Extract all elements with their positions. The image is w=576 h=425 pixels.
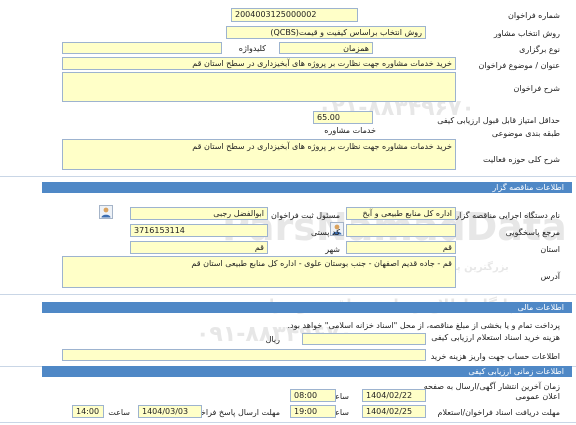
publish-label: زمان آخرین انتشار آگهی/ارسال به صفحه اعل… xyxy=(423,382,560,401)
org-name-field[interactable]: اداره کل منابع طبیعی و آبخ xyxy=(346,207,456,220)
address-label: آدرس xyxy=(540,272,560,281)
province-field[interactable]: قم xyxy=(346,241,456,254)
title-field[interactable]: خرید خدمات مشاوره جهت نظارت بر پروژه های… xyxy=(62,57,456,70)
reference-label: مرجع پاسخگویی xyxy=(505,228,560,237)
category-value: خدمات مشاوره xyxy=(324,126,376,135)
postal-code-field[interactable]: 3716153114 xyxy=(130,224,268,237)
tender-number-label: شماره فراخوان xyxy=(508,11,560,20)
receive-date-field[interactable]: 1404/02/25 xyxy=(362,405,426,418)
reply-time-field[interactable]: 14:00 xyxy=(72,405,104,418)
reply-time-label: ساعت xyxy=(108,408,130,417)
description-label: شرح فراخوان xyxy=(513,84,560,93)
account-field[interactable] xyxy=(62,349,426,361)
person-label: مسئول ثبت فراخوان xyxy=(271,211,340,220)
account-label: اطلاعات حساب جهت واریز هزینه خرید xyxy=(430,352,560,361)
timing-section-header: اطلاعات زمانی ارزیابی کیفی xyxy=(42,366,572,377)
method-label: روش انتخاب مشاور xyxy=(493,29,560,38)
publish-time-field[interactable]: 08:00 xyxy=(290,389,336,402)
currency-label: ریال xyxy=(265,335,280,344)
keyword-field[interactable] xyxy=(62,42,222,54)
doc-cost-field[interactable] xyxy=(302,333,426,345)
city-label: شهر xyxy=(325,245,340,254)
city-field[interactable]: قم xyxy=(130,241,268,254)
category-label: طبقه بندی موضوعی xyxy=(491,129,560,138)
address-field[interactable]: قم - جاده قدیم اصفهان - جنب بوستان علوی … xyxy=(62,256,456,288)
financial-section-header: اطلاعات مالی xyxy=(42,302,572,313)
min-score-label: حداقل امتیاز قابل قبول ارزیابی کیفی xyxy=(437,116,560,125)
min-score-field[interactable]: 65.00 xyxy=(313,111,373,124)
receive-time-field[interactable]: 19:00 xyxy=(290,405,336,418)
organizer-section-header: اطلاعات مناقصه گزار xyxy=(42,182,572,193)
keyword-label: کلیدواژه xyxy=(238,44,266,53)
method-field[interactable]: روش انتخاب براساس کیفیت و قیمت(QCBS) xyxy=(226,26,426,39)
reference-field[interactable] xyxy=(346,224,456,237)
publish-date-field[interactable]: 1404/02/22 xyxy=(362,389,426,402)
tender-number-field[interactable]: 2004003125000002 xyxy=(231,8,358,22)
user-icon xyxy=(101,207,111,218)
treasury-note: پرداخت تمام و یا بخشی از مبلغ مناقصه، از… xyxy=(287,321,560,330)
scope-label: شرح کلی حوزه فعالیت xyxy=(483,155,560,164)
receive-label: مهلت دریافت اسناد فراخوان/استعلام xyxy=(437,408,560,417)
type-field[interactable]: همزمان xyxy=(279,42,373,54)
type-label: نوع برگزاری xyxy=(519,45,560,54)
doc-cost-label: هزینه خرید اسناد استعلام ارزیابی کیفی xyxy=(431,333,560,342)
scope-field[interactable]: خرید خدمات مشاوره جهت نظارت بر پروژه های… xyxy=(62,139,456,170)
person-field[interactable]: ابوالفضل رجبی xyxy=(130,207,268,220)
user-lookup-button[interactable] xyxy=(99,205,113,219)
province-label: استان xyxy=(540,245,560,254)
reply-date-field[interactable]: 1404/03/03 xyxy=(138,405,202,418)
org-name-label: نام دستگاه اجرایی مناقصه گزار xyxy=(455,211,560,220)
title-label: عنوان / موضوع فراخوان xyxy=(478,61,561,70)
postal-code-label: کد پستی xyxy=(311,228,340,237)
description-field[interactable] xyxy=(62,72,456,102)
